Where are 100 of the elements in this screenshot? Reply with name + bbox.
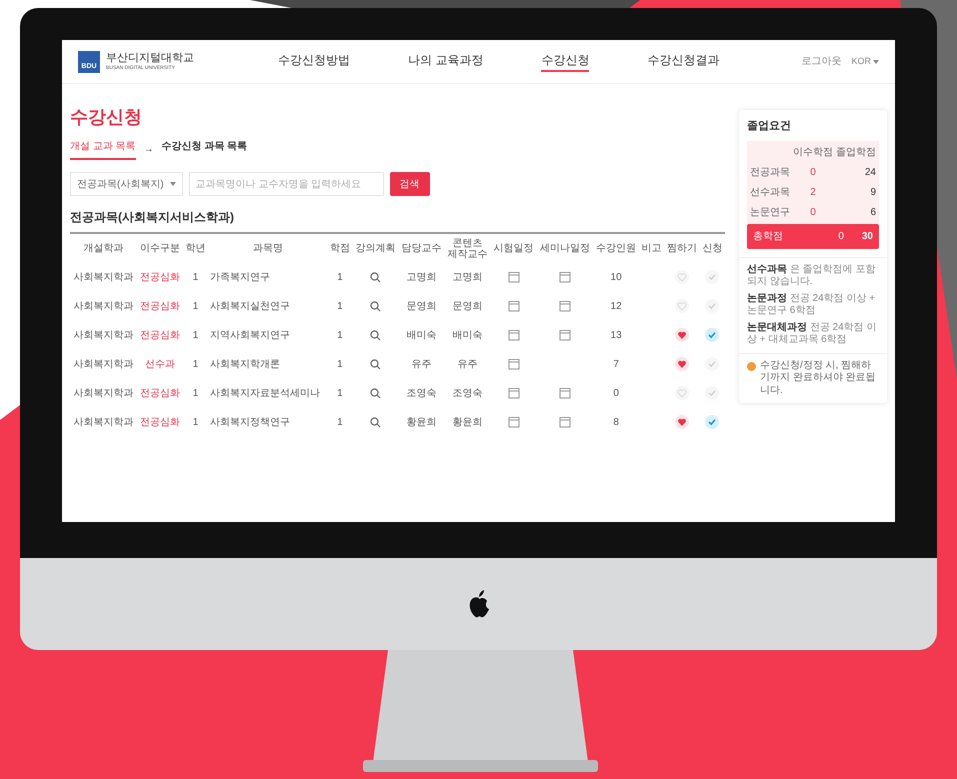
search-icon[interactable] bbox=[370, 300, 382, 312]
table-cell-text: 30 bbox=[862, 230, 873, 244]
table-cell-text: 1 bbox=[336, 329, 344, 343]
calendar-icon[interactable] bbox=[508, 271, 520, 284]
column-header: 비고 bbox=[639, 233, 664, 263]
calendar-icon[interactable] bbox=[558, 387, 571, 400]
table-cell-text: 사회복지학개론 bbox=[209, 358, 282, 372]
table-cell-text: 1 bbox=[336, 300, 344, 314]
note-text: 선수과목 은 졸업학점에 포함되지 않습니다. bbox=[747, 264, 876, 288]
table-cell-text: 사회복지정책연구 bbox=[209, 416, 292, 430]
calendar-icon[interactable] bbox=[558, 271, 571, 284]
table-cell-text: 1 bbox=[192, 329, 200, 343]
table-cell-text: 0 bbox=[809, 166, 817, 180]
table-cell-text: 0 bbox=[838, 230, 844, 244]
search-button[interactable]: 검색 bbox=[390, 172, 430, 196]
table-cell-text: 1 bbox=[336, 358, 344, 372]
table-cell-text: 1 bbox=[192, 387, 200, 401]
calendar-icon[interactable] bbox=[508, 329, 520, 342]
language-selector[interactable]: KOR bbox=[851, 54, 879, 68]
search-icon[interactable] bbox=[370, 388, 382, 399]
calendar-icon[interactable] bbox=[558, 416, 571, 428]
search-icon[interactable] bbox=[370, 358, 382, 370]
table-cell-text: 황윤희 bbox=[452, 416, 484, 430]
search-icon[interactable] bbox=[370, 416, 382, 428]
caret-icon bbox=[170, 182, 176, 186]
column-header: 콘텐츠 제작교수 bbox=[444, 233, 491, 263]
table-cell-text: 7 bbox=[612, 358, 620, 372]
column-header: 학년 bbox=[183, 233, 208, 263]
nav-tab[interactable]: 수강신청 bbox=[541, 51, 590, 72]
table-cell-text: 고명희 bbox=[406, 271, 438, 285]
table-cell-text: 1 bbox=[336, 416, 344, 430]
calendar-icon[interactable] bbox=[508, 416, 520, 428]
info-icon bbox=[747, 362, 756, 370]
step-tab[interactable]: 수강신청 과목 목록 bbox=[162, 139, 248, 160]
table-cell-text: 사회복지학과 bbox=[72, 329, 134, 343]
caret-icon bbox=[873, 60, 879, 64]
table-cell-text: 12 bbox=[610, 300, 623, 314]
column-header: 시험일정 bbox=[490, 233, 537, 263]
calendar-icon[interactable] bbox=[508, 300, 520, 312]
search-icon[interactable] bbox=[370, 330, 382, 341]
note-text: 논문대체과정 전공 24학점 이상 + 대체교과목 6학점 bbox=[747, 322, 878, 346]
table-cell-text: 2 bbox=[809, 186, 817, 200]
table-cell-text: 조영숙 bbox=[406, 387, 438, 401]
calendar-icon[interactable] bbox=[508, 387, 520, 400]
table-cell-text: 사회복지학과 bbox=[72, 387, 134, 401]
checkmark-icon[interactable] bbox=[705, 270, 720, 284]
checkmark-icon[interactable] bbox=[705, 386, 720, 400]
note-text: 논문과정 전공 24학점 이상 + 논문연구 6학점 bbox=[747, 292, 876, 318]
nav-tab[interactable]: 수강신청방법 bbox=[278, 51, 350, 72]
table-cell-text: 1 bbox=[192, 416, 200, 430]
table-cell-text: 사회복지학과 bbox=[72, 300, 134, 314]
calendar-icon[interactable] bbox=[508, 358, 520, 370]
column-header: 개설학과 bbox=[70, 233, 137, 263]
table-cell-text: 1 bbox=[192, 271, 200, 285]
table-cell-text: 배미숙 bbox=[406, 329, 438, 343]
table-cell-text: 1 bbox=[192, 300, 200, 314]
logo-title: 부산디지털대학교 bbox=[106, 52, 194, 66]
calendar-icon[interactable] bbox=[558, 329, 571, 342]
table-cell-text: 전공심화 bbox=[138, 271, 181, 285]
table-cell-text: 전공심화 bbox=[138, 416, 181, 430]
table-cell-text: 전공심화 bbox=[138, 329, 181, 343]
column-header: 세미나일정 bbox=[536, 233, 594, 263]
category-dropdown[interactable]: 전공과목(사회복지) bbox=[70, 172, 183, 196]
table-cell-text: 1 bbox=[336, 271, 344, 285]
checkmark-icon[interactable] bbox=[705, 357, 720, 372]
step-tab[interactable]: 개설 교과 목록 bbox=[70, 139, 136, 160]
table-cell-text: 사회복지실천연구 bbox=[209, 300, 292, 314]
table-cell-text: 0 bbox=[612, 387, 620, 401]
search-field[interactable]: 교과목명이나 교수자명을 입력하세요 bbox=[188, 172, 384, 196]
page-title: 수강신청 bbox=[70, 106, 143, 129]
table-cell-text: 고명희 bbox=[452, 271, 484, 285]
table-cell-text: 조영숙 bbox=[452, 387, 484, 401]
table-cell-text: 전공심화 bbox=[138, 387, 181, 401]
table-cell-text: 황윤희 bbox=[406, 416, 438, 430]
table-cell-text: 24 bbox=[864, 166, 876, 180]
column-header: 학점 bbox=[327, 233, 352, 263]
search-icon[interactable] bbox=[370, 272, 382, 283]
checkmark-icon[interactable] bbox=[705, 415, 720, 430]
table-cell-text: 13 bbox=[610, 329, 623, 343]
table-cell-text: 선수과 bbox=[144, 358, 176, 372]
checkmark-icon[interactable] bbox=[705, 328, 720, 342]
column-header: 강의계획 bbox=[352, 233, 399, 263]
table-cell-text: 사회복지학과 bbox=[72, 271, 134, 285]
table-cell-text: 전공과목 bbox=[750, 166, 790, 180]
logout-link[interactable]: 로그아웃 bbox=[801, 54, 842, 69]
checkmark-icon[interactable] bbox=[705, 299, 720, 314]
step-arrow: → bbox=[144, 143, 154, 157]
nav-tab[interactable]: 수강신청결과 bbox=[647, 51, 720, 72]
table-cell-text: 0 bbox=[809, 206, 817, 220]
table-cell-text: 1 bbox=[336, 387, 344, 401]
table-cell-text: 총학점 bbox=[753, 230, 784, 244]
table-cell-text: 가족복지연구 bbox=[209, 271, 272, 285]
table-cell-text: 논문연구 bbox=[750, 206, 790, 220]
table-cell-text: 지역사회복지연구 bbox=[209, 329, 292, 343]
calendar-icon[interactable] bbox=[558, 300, 571, 312]
table-cell-text: 전공심화 bbox=[138, 300, 181, 314]
table-cell-text: 유주 bbox=[456, 358, 479, 372]
section-title: 전공과목(사회복지서비스학과) bbox=[70, 209, 235, 226]
table-cell-text: 10 bbox=[610, 271, 623, 285]
nav-tab[interactable]: 나의 교육과정 bbox=[408, 51, 484, 72]
